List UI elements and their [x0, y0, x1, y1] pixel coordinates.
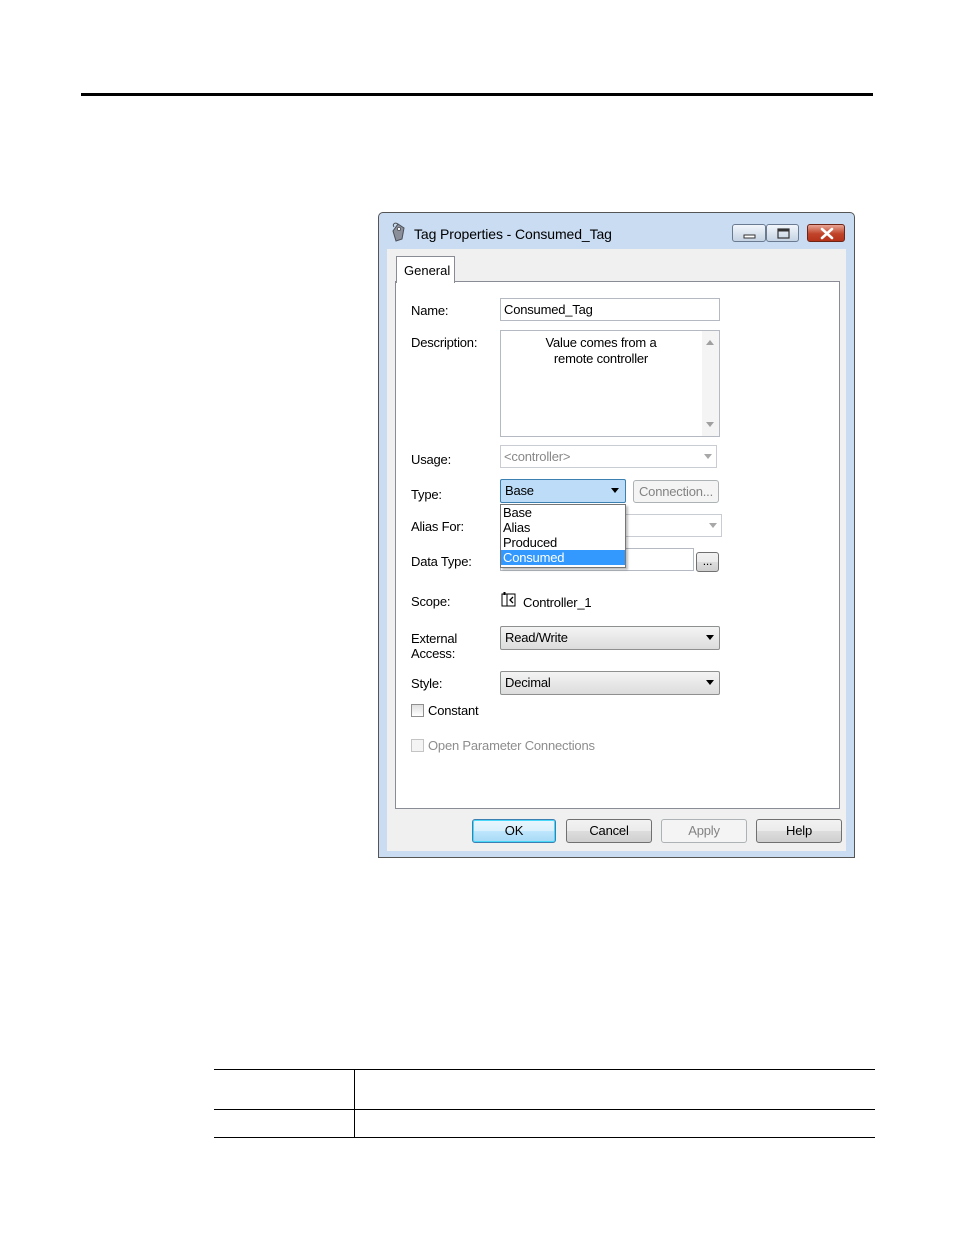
- scroll-up-icon[interactable]: [706, 340, 714, 345]
- external-access-label-line-2: Access:: [411, 646, 456, 661]
- title-bar[interactable]: Tag Properties - Consumed_Tag: [379, 213, 854, 249]
- minimize-button[interactable]: [732, 224, 766, 242]
- type-option-produced[interactable]: Produced: [501, 535, 625, 550]
- chevron-down-icon: [704, 454, 712, 459]
- help-button[interactable]: Help: [756, 819, 842, 843]
- open-parameter-connections-label: Open Parameter Connections: [428, 738, 595, 753]
- external-access-label: External Access:: [411, 631, 457, 661]
- description-scrollbar[interactable]: [702, 331, 719, 436]
- external-access-value: Read/Write: [505, 630, 568, 645]
- open-parameter-connections-checkbox: [411, 739, 424, 752]
- type-option-base[interactable]: Base: [501, 505, 625, 520]
- usage-label: Usage:: [411, 452, 451, 467]
- type-dropdown-list: Base Alias Produced Consumed: [500, 504, 626, 568]
- chevron-down-icon: [709, 523, 717, 528]
- page-header-rule: [81, 93, 873, 96]
- external-access-select[interactable]: Read/Write: [500, 626, 720, 650]
- external-access-label-line-1: External: [411, 631, 458, 646]
- window-title: Tag Properties - Consumed_Tag: [414, 226, 612, 242]
- type-label: Type:: [411, 487, 442, 502]
- name-input[interactable]: Consumed_Tag: [500, 298, 720, 321]
- tag-properties-window: Tag Properties - Consumed_Tag General Na…: [378, 212, 855, 858]
- maximize-icon: [777, 228, 790, 239]
- table-row-rule: [214, 1109, 875, 1110]
- type-option-alias[interactable]: Alias: [501, 520, 625, 535]
- constant-checkbox[interactable]: [411, 704, 424, 717]
- general-tab-panel: Name: Consumed_Tag Description: Value co…: [395, 281, 840, 809]
- description-text: Value comes from a remote controller: [501, 335, 701, 367]
- style-value: Decimal: [505, 675, 551, 690]
- name-input-value: Consumed_Tag: [504, 302, 593, 317]
- close-icon: [820, 227, 834, 240]
- type-select-value: Base: [505, 483, 534, 498]
- chevron-down-icon: [706, 680, 714, 685]
- close-button[interactable]: [807, 224, 845, 242]
- ok-button[interactable]: OK: [472, 819, 556, 843]
- style-label: Style:: [411, 676, 443, 691]
- controller-icon: [501, 592, 516, 607]
- data-type-label: Data Type:: [411, 554, 472, 569]
- style-select[interactable]: Decimal: [500, 671, 720, 695]
- scope-value: Controller_1: [523, 595, 592, 610]
- usage-select-value: <controller>: [504, 449, 571, 464]
- apply-button: Apply: [661, 819, 747, 843]
- type-option-consumed[interactable]: Consumed: [501, 550, 625, 565]
- description-line-2: remote controller: [553, 351, 649, 366]
- constant-label: Constant: [428, 703, 479, 718]
- scroll-down-icon[interactable]: [706, 422, 714, 427]
- minimize-icon: [743, 234, 756, 239]
- table-bottom-rule: [214, 1137, 875, 1138]
- description-label: Description:: [411, 335, 478, 350]
- maximize-button[interactable]: [766, 224, 799, 242]
- table-top-rule: [214, 1069, 875, 1070]
- alias-for-label: Alias For:: [411, 519, 464, 534]
- description-line-1: Value comes from a: [545, 335, 657, 350]
- name-label: Name:: [411, 303, 449, 318]
- chevron-down-icon: [611, 488, 619, 493]
- connection-button: Connection...: [633, 480, 719, 503]
- tab-general[interactable]: General: [396, 256, 455, 283]
- data-type-browse-button[interactable]: ...: [696, 552, 719, 572]
- scope-label: Scope:: [411, 594, 451, 609]
- table-column-rule: [354, 1069, 355, 1137]
- cancel-button[interactable]: Cancel: [566, 819, 652, 843]
- chevron-down-icon: [706, 635, 714, 640]
- usage-select: <controller>: [500, 445, 717, 468]
- description-textarea[interactable]: Value comes from a remote controller: [500, 330, 720, 437]
- type-select[interactable]: Base: [500, 479, 626, 503]
- tag-properties-icon: [392, 222, 405, 242]
- dialog-client-area: General Name: Consumed_Tag Description: …: [387, 249, 846, 851]
